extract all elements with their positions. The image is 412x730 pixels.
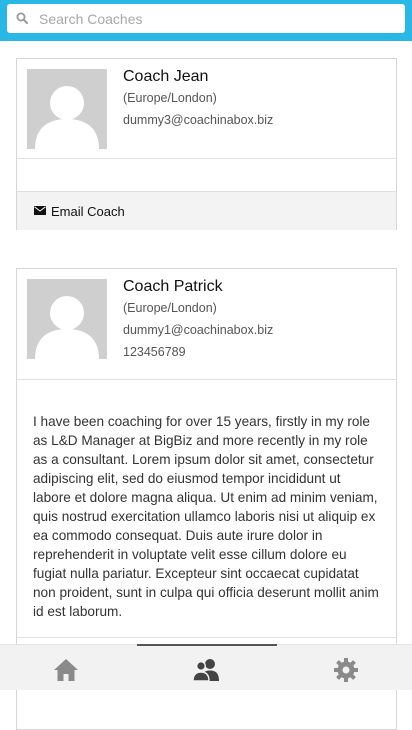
divider <box>17 637 396 638</box>
divider <box>17 158 396 159</box>
divider <box>17 379 396 380</box>
users-icon <box>192 659 219 682</box>
email-coach-label: Email Coach <box>51 204 125 219</box>
coach-card: Coach Jean (Europe/London) dummy3@coachi… <box>16 58 397 230</box>
home-icon <box>54 659 78 681</box>
coach-name: Coach Patrick <box>123 278 223 295</box>
coach-bio: I have been coaching for over 15 years, … <box>33 414 379 619</box>
person-placeholder-icon <box>35 296 99 359</box>
coach-timezone: (Europe/London) <box>123 91 217 105</box>
coach-email: dummy1@coachinabox.biz <box>123 323 274 337</box>
tab-settings[interactable] <box>275 645 412 690</box>
envelope-icon <box>34 206 46 215</box>
search-box[interactable] <box>7 4 405 33</box>
coach-timezone: (Europe/London) <box>123 301 217 315</box>
person-placeholder-icon <box>35 86 99 149</box>
tab-home[interactable] <box>0 645 137 690</box>
search-icon <box>16 12 28 24</box>
tab-coaches[interactable] <box>137 645 274 690</box>
gear-icon <box>334 658 358 682</box>
top-bar <box>0 0 412 41</box>
coach-name: Coach Jean <box>123 68 209 85</box>
search-input[interactable] <box>39 4 394 33</box>
coach-phone: 123456789 <box>123 345 186 359</box>
avatar <box>27 279 107 359</box>
email-coach-button[interactable]: Email Coach <box>17 191 396 230</box>
avatar <box>27 69 107 149</box>
coach-email: dummy3@coachinabox.biz <box>123 113 274 127</box>
tab-bar <box>0 644 412 690</box>
